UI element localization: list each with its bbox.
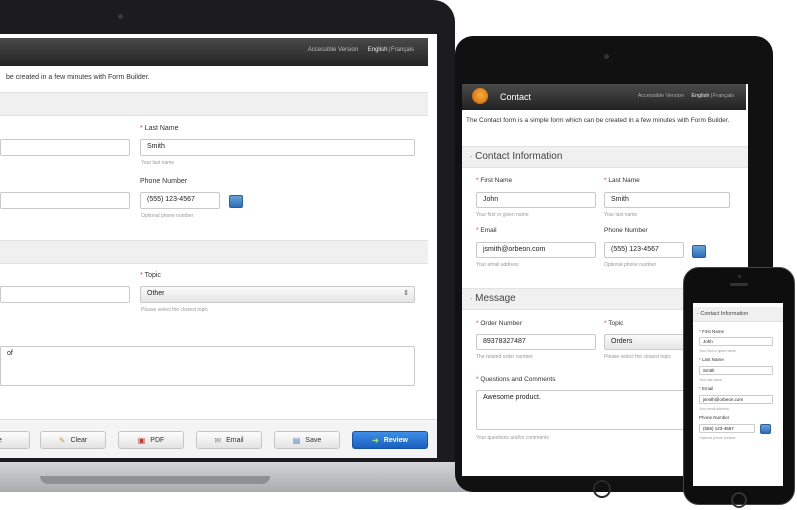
tablet-form-intro: The Contact form is a simple form which … [466, 117, 730, 124]
phone-hint: Optional phone number [141, 213, 194, 219]
partial-button[interactable]: e [0, 431, 30, 449]
email-label: * Email [476, 227, 497, 234]
last-name-hint: Your last name [141, 160, 175, 166]
accessible-version-link[interactable]: Accessible Version [638, 93, 684, 99]
english-link[interactable]: English [368, 47, 388, 53]
last-name-input[interactable]: Smith [140, 139, 415, 156]
orbeon-logo-icon [472, 88, 488, 104]
comments-hint: Your questions and/or comments [476, 435, 549, 441]
laptop-camera [118, 14, 123, 19]
phone-camera [738, 275, 741, 278]
pdf-button[interactable]: ▣ PDF [118, 431, 184, 449]
last-name-hint: Your last name [699, 378, 723, 382]
topic-hint: Please select the closest topic [604, 354, 671, 360]
save-icon: ▤ [292, 435, 301, 445]
phone-label: Phone Number [140, 178, 188, 185]
laptop-screen: Accessible Version English|Français be c… [0, 34, 437, 458]
section-message[interactable] [0, 240, 428, 264]
phone-input[interactable]: (555) 123-4567 [140, 192, 220, 209]
phone-hint: Optional phone number [699, 436, 736, 440]
review-button[interactable]: ➜ Review [352, 431, 428, 449]
pdf-icon: ▣ [137, 435, 146, 445]
last-name-input[interactable]: Smith [699, 366, 773, 375]
phone-screen: - Contact Information * First Name John … [693, 303, 783, 486]
section-contact-information[interactable]: - Contact Information [462, 146, 748, 168]
form-header-bar: Accessible Version English|Français [0, 38, 428, 66]
email-icon: ✉ [214, 435, 222, 445]
last-name-hint: Your last name [604, 212, 638, 218]
phone-label: Phone Number [604, 227, 648, 234]
collapse-icon: - [697, 311, 699, 317]
email-input[interactable] [0, 192, 130, 209]
order-number-hint: The related order number [476, 354, 533, 360]
english-link[interactable]: English [691, 93, 709, 99]
first-name-input[interactable] [0, 139, 130, 156]
tablet-camera [604, 54, 609, 59]
form-intro: be created in a few minutes with Form Bu… [6, 74, 150, 81]
phone-picker-icon[interactable] [229, 195, 243, 208]
first-name-label: * First Name [699, 329, 725, 334]
comments-label: * Questions and Comments [476, 376, 556, 383]
select-arrows-icon: ⇕ [403, 290, 409, 297]
collapse-icon: - [470, 296, 473, 303]
review-arrow-icon: ➜ [372, 435, 379, 445]
language-links: Accessible Version English|Français [307, 47, 414, 53]
section-contact-information[interactable] [0, 92, 428, 116]
first-name-label: * First Name [476, 177, 513, 184]
phone-picker-icon[interactable] [760, 424, 771, 434]
email-button[interactable]: ✉ Email [196, 431, 262, 449]
phone-speaker [730, 283, 748, 286]
clear-button[interactable]: ✎ Clear [40, 431, 106, 449]
laptop-hinge [40, 476, 270, 484]
topic-select[interactable]: Other ⇕ [140, 286, 415, 303]
phone-label: Phone Number [699, 415, 730, 420]
collapse-icon: - [470, 154, 473, 161]
phone-picker-icon[interactable] [692, 245, 706, 258]
form-title: Contact [500, 92, 532, 102]
first-name-input[interactable]: John [699, 337, 773, 346]
topic-hint: Please select the closest topic [141, 307, 208, 313]
phone-home-button [731, 492, 747, 508]
first-name-hint: Your first or given name [476, 212, 529, 218]
topic-label: * Topic [140, 272, 161, 279]
order-number-input[interactable] [0, 286, 130, 303]
topic-label: * Topic [604, 320, 624, 327]
email-input[interactable]: jsmith@orbeon.com [476, 242, 596, 258]
francais-link[interactable]: Français [391, 47, 414, 53]
email-input[interactable]: jsmith@orbeon.com [699, 395, 773, 404]
phone-hint: Optional phone number [604, 262, 657, 268]
last-name-label: * Last Name [604, 177, 640, 184]
last-name-input[interactable]: Smith [604, 192, 730, 208]
tablet-home-button [593, 480, 611, 498]
francais-link[interactable]: Français [713, 93, 734, 99]
phone-input[interactable]: (555) 123-4567 [604, 242, 684, 258]
tablet-language-links: Accessible Version English|Français [637, 93, 734, 99]
section-contact-information[interactable]: - Contact Information [693, 307, 783, 322]
email-hint: Your email address [476, 262, 519, 268]
phone-input[interactable]: (555) 123-4567 [699, 424, 755, 433]
first-name-hint: Your first or given name [699, 349, 736, 353]
email-label: * Email [699, 386, 714, 391]
last-name-label: * Last Name [140, 125, 179, 132]
order-number-input[interactable]: 89378327487 [476, 334, 596, 350]
save-button[interactable]: ▤ Save [274, 431, 340, 449]
comments-textarea[interactable]: of [0, 346, 415, 386]
order-number-label: * Order Number [476, 320, 522, 327]
accessible-version-link[interactable]: Accessible Version [308, 47, 358, 53]
clear-icon: ✎ [58, 435, 66, 445]
first-name-input[interactable]: John [476, 192, 596, 208]
email-hint: Your email address [699, 407, 729, 411]
last-name-label: * Last Name [699, 357, 724, 362]
